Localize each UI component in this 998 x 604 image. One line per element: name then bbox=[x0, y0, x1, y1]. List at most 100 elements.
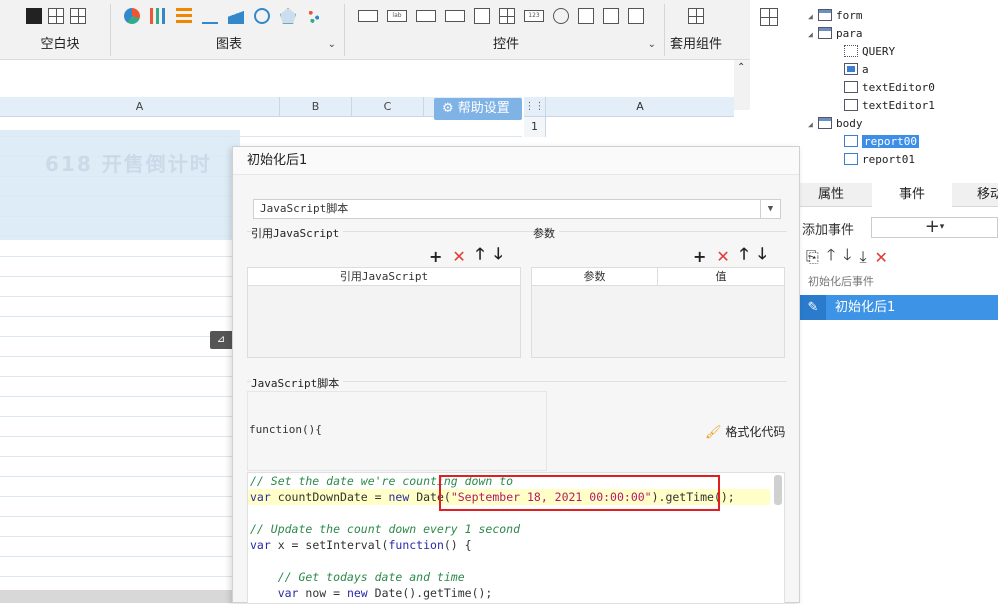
column-header: 参数 bbox=[532, 268, 658, 286]
form-icon bbox=[818, 9, 832, 21]
chevron-down-icon[interactable]: ⌄ bbox=[328, 39, 336, 50]
ribbon-label-chart: 图表 bbox=[215, 37, 242, 52]
table-block-icon[interactable] bbox=[70, 8, 86, 24]
event-item-label: 初始化后1 bbox=[835, 300, 896, 315]
tree-node-report00[interactable]: report00 bbox=[844, 134, 919, 150]
block-icon[interactable] bbox=[26, 8, 42, 24]
button-control-icon[interactable] bbox=[416, 10, 436, 22]
tree-control-icon[interactable] bbox=[603, 8, 619, 24]
script-type-select[interactable]: JavaScript脚本 ▼ bbox=[253, 199, 781, 219]
grid-corner-icon: ⋮⋮ bbox=[524, 97, 546, 117]
scrollbar[interactable]: ⌃ bbox=[734, 60, 750, 110]
tree-node-texteditor1[interactable]: textEditor1 bbox=[844, 98, 935, 114]
text-box-icon[interactable] bbox=[358, 10, 378, 22]
checkbox-group-icon[interactable] bbox=[578, 8, 594, 24]
brush-icon: 🖌 bbox=[705, 425, 722, 440]
panel-icon bbox=[818, 27, 832, 39]
tree-node-para[interactable]: ◢ para bbox=[808, 26, 863, 42]
column-header[interactable]: B bbox=[280, 97, 352, 117]
chevron-down-icon[interactable]: ⌄ bbox=[648, 39, 656, 50]
list-control-icon[interactable] bbox=[474, 8, 490, 24]
column-header[interactable]: C bbox=[352, 97, 424, 117]
help-settings-button[interactable]: ⚙ 帮助设置 bbox=[434, 98, 522, 120]
report-icon bbox=[844, 135, 858, 147]
format-code-button[interactable]: 🖌 格式化代码 bbox=[705, 423, 785, 440]
script-label: JavaScript脚本 bbox=[251, 375, 344, 391]
line-chart-icon[interactable] bbox=[202, 8, 218, 24]
gauge-chart-icon[interactable] bbox=[254, 8, 270, 24]
chevron-down-icon[interactable]: ▼ bbox=[760, 200, 780, 218]
ribbon-group-controls: lab 123 控件 ⌄ bbox=[352, 0, 660, 60]
label-control-icon[interactable]: lab bbox=[387, 10, 407, 22]
tree-node-query[interactable]: QUERY bbox=[844, 44, 895, 60]
horizontal-bar-icon[interactable] bbox=[176, 8, 192, 24]
add-event-button[interactable]: +▾ bbox=[871, 217, 998, 238]
expand-icon[interactable]: ◢ bbox=[808, 117, 818, 133]
tree-node-report01[interactable]: report01 bbox=[844, 152, 915, 168]
event-item[interactable]: ✎ 初始化后1 bbox=[800, 295, 998, 320]
grid-block-icon[interactable] bbox=[48, 8, 64, 24]
report-icon bbox=[844, 153, 858, 165]
tree-node-form[interactable]: ◢ form bbox=[808, 8, 863, 24]
delete-icon[interactable]: ✕ bbox=[875, 248, 888, 267]
chevron-up-icon[interactable]: ⌃ bbox=[737, 62, 745, 73]
tab-events[interactable]: 事件 bbox=[872, 183, 952, 207]
arrow-up-icon[interactable]: 🡑 bbox=[740, 243, 748, 270]
column-header: 引用JavaScript bbox=[248, 268, 520, 286]
delete-icon[interactable]: ✕ bbox=[716, 247, 729, 266]
help-settings-label: 帮助设置 bbox=[457, 101, 510, 116]
add-event-row: 添加事件 +▾ bbox=[800, 214, 998, 240]
sheet-tab-handle[interactable]: ⊿ bbox=[210, 331, 232, 349]
area-chart-icon[interactable] bbox=[228, 8, 244, 24]
code-line: // Get todays date and time bbox=[250, 570, 465, 584]
row-number[interactable]: 1 bbox=[524, 117, 546, 137]
add-icon[interactable]: + bbox=[429, 247, 442, 266]
scrollbar[interactable] bbox=[774, 475, 782, 505]
pie-chart-icon[interactable] bbox=[124, 8, 140, 24]
tab-move[interactable]: 移动 bbox=[960, 183, 998, 207]
expand-icon[interactable]: ◢ bbox=[808, 9, 818, 25]
ribbon-label-controls: 控件 bbox=[492, 37, 519, 52]
tab-properties[interactable]: 属性 bbox=[800, 183, 862, 207]
radar-chart-icon[interactable] bbox=[280, 8, 296, 24]
query-control-icon[interactable] bbox=[628, 8, 644, 24]
params-table[interactable]: 参数 值 bbox=[531, 267, 785, 358]
dialog-title: 初始化后1 bbox=[233, 147, 799, 175]
arrow-up-icon[interactable]: 🡑 bbox=[827, 244, 835, 271]
tree-node-body[interactable]: ◢ body bbox=[808, 116, 863, 132]
widget-tree: ◢ form ◢ para QUERY a textEditor0 textEdit… bbox=[800, 0, 998, 182]
delete-icon[interactable]: ✕ bbox=[452, 247, 465, 266]
dropdown-icon bbox=[844, 63, 858, 75]
bar-chart-icon[interactable] bbox=[150, 8, 166, 24]
copy-icon[interactable]: ⎘ bbox=[806, 247, 819, 267]
scatter-chart-icon[interactable] bbox=[306, 8, 322, 24]
tree-node-texteditor0[interactable]: textEditor0 bbox=[844, 80, 935, 96]
horizontal-scrollbar[interactable] bbox=[0, 590, 240, 603]
arrow-down-icon[interactable]: 🡓 bbox=[843, 244, 851, 271]
code-line: var x = setInterval(function() { bbox=[250, 538, 472, 552]
layout-icon[interactable] bbox=[760, 8, 778, 26]
tree-node-a[interactable]: a bbox=[844, 62, 869, 78]
banner-cell[interactable]: 618 开售倒计时 bbox=[0, 130, 240, 240]
column-header[interactable]: A bbox=[0, 97, 280, 117]
component-icon[interactable] bbox=[688, 8, 704, 24]
ref-js-toolbar: + ✕ 🡑 🡓 bbox=[429, 243, 502, 270]
code-line: var now = new Date().getTime(); bbox=[250, 586, 493, 600]
date-control-icon[interactable] bbox=[499, 8, 515, 24]
event-toolbar: ⎘ 🡑 🡓 ⤓ ✕ bbox=[806, 244, 996, 271]
ribbon-group-chart: 图表 ⌄ bbox=[118, 0, 340, 60]
arrow-down-icon[interactable]: 🡓 bbox=[494, 243, 502, 270]
ribbon-divider bbox=[664, 4, 665, 56]
edit-icon[interactable]: ✎ bbox=[800, 295, 826, 320]
expand-icon[interactable]: ◢ bbox=[808, 27, 818, 43]
ref-js-table[interactable]: 引用JavaScript bbox=[247, 267, 521, 358]
arrow-down-icon[interactable]: 🡓 bbox=[758, 243, 766, 270]
add-event-label: 添加事件 bbox=[802, 223, 855, 238]
move-bottom-icon[interactable]: ⤓ bbox=[859, 247, 866, 267]
number-control-icon[interactable]: 123 bbox=[524, 10, 544, 22]
column-header[interactable]: A bbox=[546, 97, 734, 117]
add-icon[interactable]: + bbox=[693, 247, 706, 266]
dropdown-control-icon[interactable] bbox=[445, 10, 465, 22]
radio-group-icon[interactable] bbox=[553, 8, 569, 24]
arrow-up-icon[interactable]: 🡑 bbox=[476, 243, 484, 270]
